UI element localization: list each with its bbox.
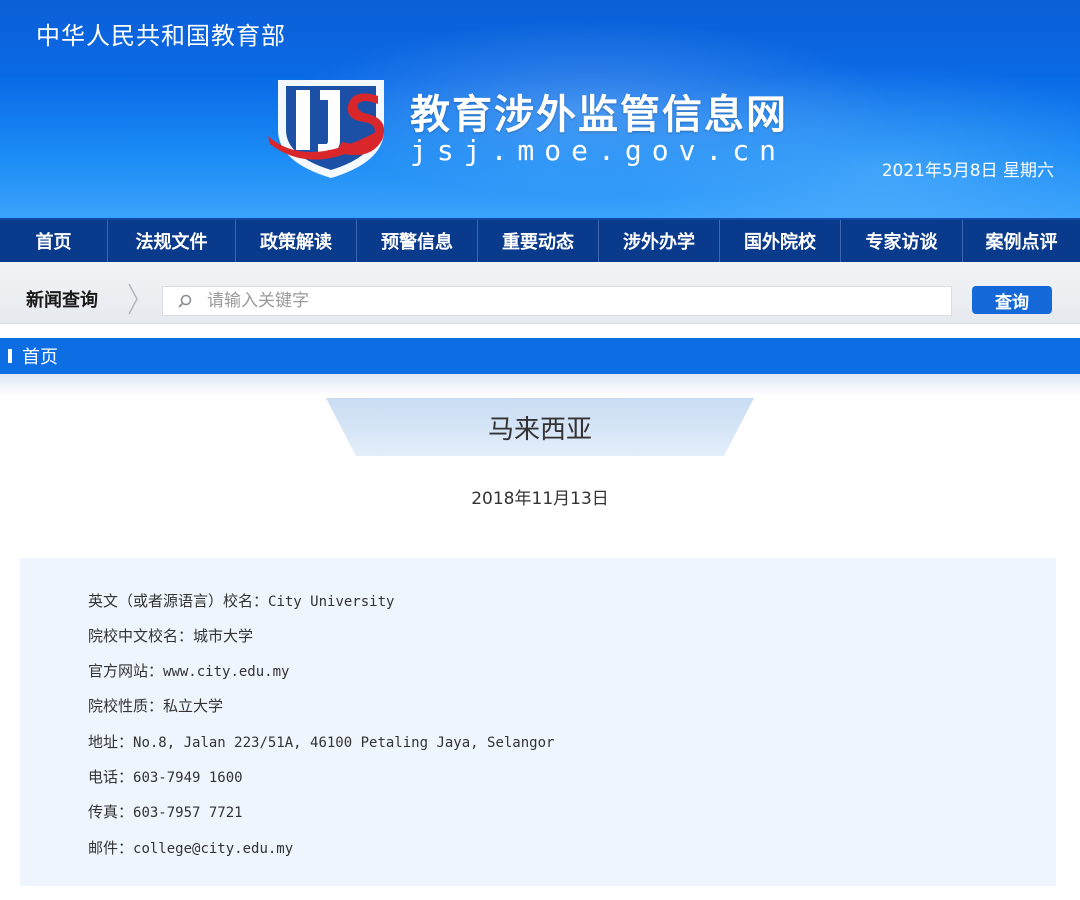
current-date: 2021年5月8日 星期六 <box>881 161 1054 181</box>
nav-item-policy[interactable]: 政策解读 <box>236 220 357 262</box>
search-bar: 新闻查询 查询 <box>0 262 1080 324</box>
site-domain: jsj.moe.gov.cn <box>410 134 787 167</box>
email-link[interactable]: college@city.edu.my <box>133 841 293 857</box>
field-phone: 电话：603-7949 1600 <box>88 766 243 787</box>
site-title[interactable]: 教育涉外监管信息网 <box>410 82 788 140</box>
field-value: 私立大学 <box>163 697 224 715</box>
page-title: 马来西亚 <box>487 414 592 445</box>
search-input[interactable] <box>207 291 951 311</box>
field-label: 英文（或者源语言）校名： <box>88 592 269 610</box>
field-chinese-name: 院校中文校名：城市大学 <box>88 625 253 646</box>
institution-detail-panel: 英文（或者源语言）校名：City University 院校中文校名：城市大学 … <box>20 558 1056 886</box>
field-institution-type: 院校性质：私立大学 <box>88 695 223 716</box>
field-address: 地址：No.8, Jalan 223/51A, 46100 Petaling J… <box>88 731 554 752</box>
field-value: City University <box>268 594 395 610</box>
field-email: 邮件：college@city.edu.my <box>88 837 293 858</box>
nav-item-regulations[interactable]: 法规文件 <box>108 220 236 262</box>
search-icon <box>178 294 192 308</box>
field-value: 603-7949 1600 <box>133 770 243 786</box>
nav-item-news[interactable]: 重要动态 <box>478 220 599 262</box>
search-box <box>162 286 952 316</box>
nav-item-warnings[interactable]: 预警信息 <box>357 220 478 262</box>
nav-item-foreign-schooling[interactable]: 涉外办学 <box>599 220 720 262</box>
field-label: 传真： <box>88 803 134 821</box>
field-label: 院校性质： <box>88 697 164 715</box>
search-label: 新闻查询 <box>26 290 98 311</box>
field-label: 地址： <box>88 733 134 751</box>
field-label: 邮件： <box>88 839 134 857</box>
header-banner: 中华人民共和国教育部 教育涉外监管信息网 jsj.moe.gov.cn 2021… <box>0 0 1080 218</box>
publish-date: 2018年11月13日 <box>471 489 609 509</box>
breadcrumb: 首页 <box>0 338 1080 374</box>
field-english-name: 英文（或者源语言）校名：City University <box>88 590 394 611</box>
field-value: 603-7957 7721 <box>133 805 243 821</box>
nav-item-interviews[interactable]: 专家访谈 <box>841 220 963 262</box>
jsj-shield-logo-icon[interactable] <box>266 74 396 184</box>
field-label: 院校中文校名： <box>88 627 194 645</box>
field-label: 电话： <box>88 768 134 786</box>
breadcrumb-shadow <box>0 374 1080 396</box>
main-nav: 首页 法规文件 政策解读 预警信息 重要动态 涉外办学 国外院校 专家访谈 案例… <box>0 218 1080 262</box>
field-value: 城市大学 <box>193 627 254 645</box>
search-button[interactable]: 查询 <box>972 286 1052 314</box>
nav-item-home[interactable]: 首页 <box>0 220 108 262</box>
chevron-right-icon <box>128 283 138 315</box>
field-value: No.8, Jalan 223/51A, 46100 Petaling Jaya… <box>133 735 555 751</box>
field-website: 官方网站：www.city.edu.my <box>88 660 289 681</box>
ministry-name[interactable]: 中华人民共和国教育部 <box>36 16 286 51</box>
field-label: 官方网站： <box>88 662 164 680</box>
nav-item-foreign-institutions[interactable]: 国外院校 <box>720 220 841 262</box>
nav-item-cases[interactable]: 案例点评 <box>963 220 1080 262</box>
website-link[interactable]: www.city.edu.my <box>163 664 289 680</box>
field-fax: 传真：603-7957 7721 <box>88 801 243 822</box>
breadcrumb-marker <box>8 349 12 363</box>
breadcrumb-home-link[interactable]: 首页 <box>22 343 58 369</box>
